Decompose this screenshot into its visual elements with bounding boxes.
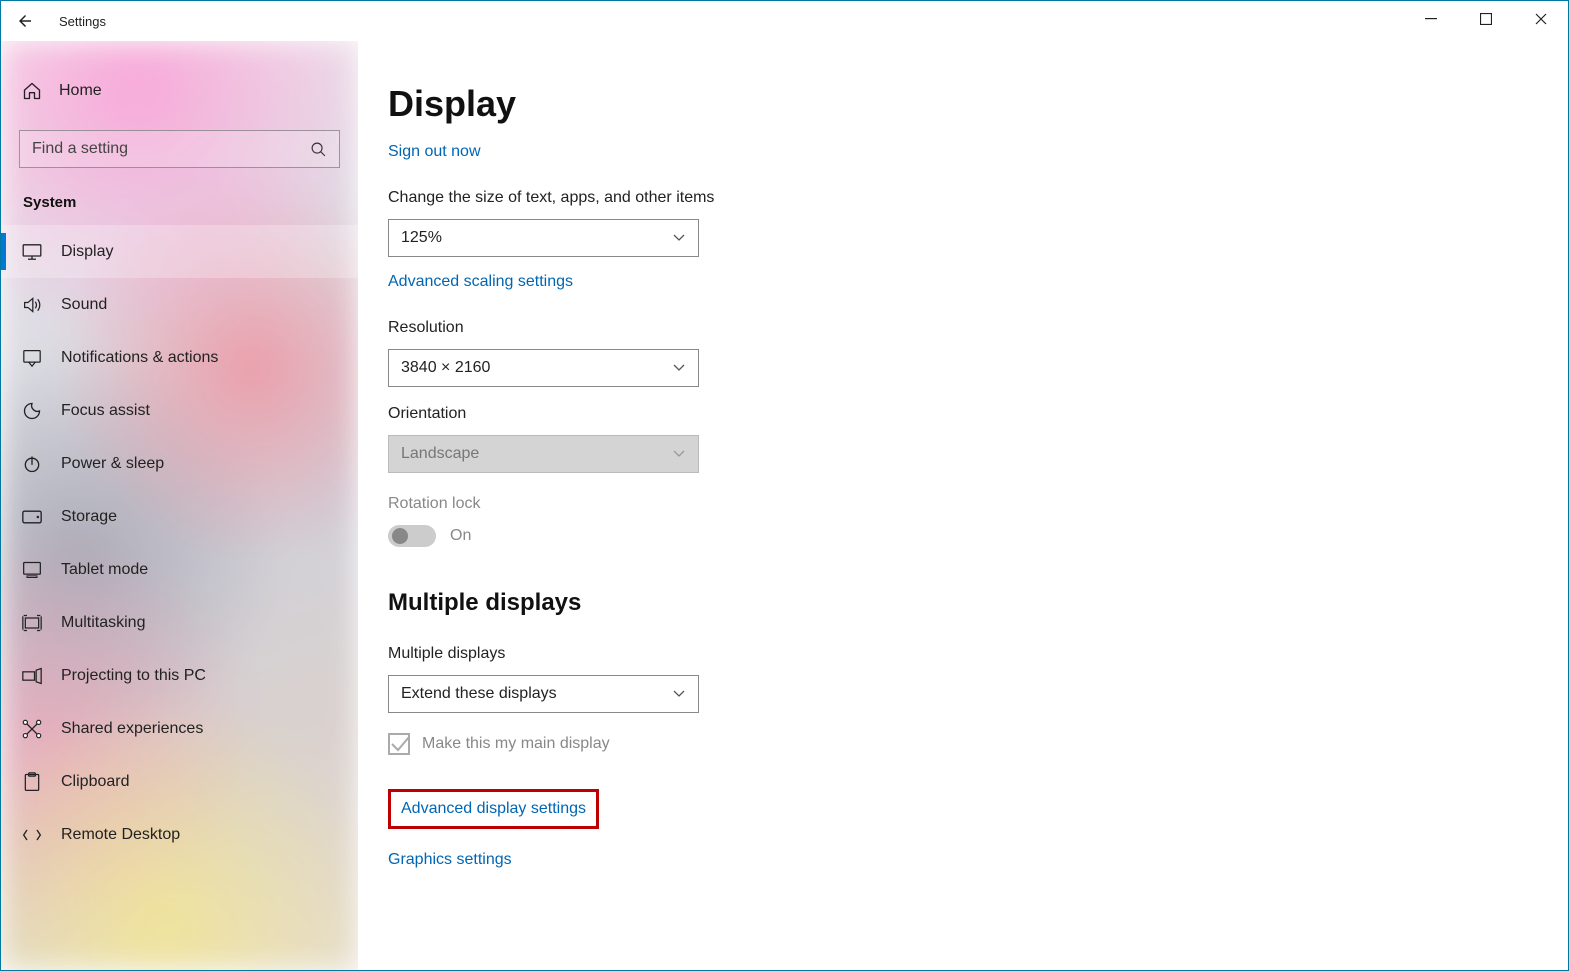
graphics-settings-link[interactable]: Graphics settings	[388, 851, 512, 869]
sidebar-item-notifications[interactable]: Notifications & actions	[1, 331, 358, 384]
multiple-displays-label: Multiple displays	[388, 645, 1538, 663]
sidebar-item-label: Multitasking	[61, 614, 145, 632]
sidebar-item-label: Display	[61, 243, 113, 261]
scale-dropdown[interactable]: 125%	[388, 219, 699, 257]
page-title: Display	[388, 83, 1538, 125]
scale-label: Change the size of text, apps, and other…	[388, 189, 1538, 207]
sidebar-item-storage[interactable]: Storage	[1, 490, 358, 543]
sidebar-item-label: Focus assist	[61, 402, 150, 420]
sidebar-item-display[interactable]: Display	[1, 225, 358, 278]
main-display-checkbox	[388, 733, 410, 755]
focus-assist-icon	[21, 401, 43, 421]
notifications-icon	[21, 349, 43, 367]
search-icon	[310, 141, 327, 158]
remote-desktop-icon	[21, 826, 43, 844]
power-icon	[21, 454, 43, 474]
multitasking-icon	[21, 614, 43, 632]
tablet-icon	[21, 561, 43, 579]
close-icon	[1535, 13, 1547, 25]
sidebar-item-sound[interactable]: Sound	[1, 278, 358, 331]
home-button[interactable]: Home	[1, 66, 358, 116]
home-label: Home	[59, 82, 102, 100]
home-icon	[21, 81, 43, 101]
resolution-value: 3840 × 2160	[401, 359, 490, 377]
minimize-icon	[1425, 13, 1437, 25]
sidebar-item-label: Tablet mode	[61, 561, 148, 579]
scale-value: 125%	[401, 229, 442, 247]
search-input[interactable]	[32, 140, 310, 158]
advanced-display-settings-link[interactable]: Advanced display settings	[401, 800, 586, 818]
back-arrow-icon	[16, 12, 34, 30]
sidebar-item-label: Sound	[61, 296, 107, 314]
sidebar-item-tablet-mode[interactable]: Tablet mode	[1, 543, 358, 596]
sidebar-section-label: System	[1, 186, 358, 225]
minimize-button[interactable]	[1403, 1, 1458, 37]
storage-icon	[21, 510, 43, 524]
main-display-checkbox-row: Make this my main display	[388, 733, 1538, 755]
maximize-icon	[1480, 13, 1492, 25]
orientation-label: Orientation	[388, 405, 1538, 423]
display-icon	[21, 244, 43, 260]
search-input-container[interactable]	[19, 130, 340, 168]
chevron-down-icon	[672, 449, 686, 459]
maximize-button[interactable]	[1458, 1, 1513, 37]
sidebar-item-label: Shared experiences	[61, 720, 203, 738]
main-display-checkbox-label: Make this my main display	[422, 735, 610, 753]
sidebar-item-label: Clipboard	[61, 773, 129, 791]
chevron-down-icon	[672, 689, 686, 699]
rotation-lock-toggle	[388, 525, 436, 547]
shared-icon	[21, 719, 43, 739]
sidebar-item-label: Power & sleep	[61, 455, 164, 473]
titlebar: Settings	[1, 1, 1568, 41]
rotation-lock-label: Rotation lock	[388, 495, 1538, 513]
close-button[interactable]	[1513, 1, 1568, 37]
sidebar-item-multitasking[interactable]: Multitasking	[1, 596, 358, 649]
orientation-value: Landscape	[401, 445, 479, 463]
checkmark-icon	[389, 733, 413, 757]
back-button[interactable]	[1, 1, 49, 41]
sidebar-item-label: Storage	[61, 508, 117, 526]
content-area: Display Sign out now Change the size of …	[358, 41, 1568, 970]
orientation-dropdown: Landscape	[388, 435, 699, 473]
multiple-displays-dropdown[interactable]: Extend these displays	[388, 675, 699, 713]
window-title: Settings	[59, 14, 106, 29]
resolution-label: Resolution	[388, 319, 1538, 337]
advanced-scaling-link[interactable]: Advanced scaling settings	[388, 273, 573, 291]
projecting-icon	[21, 667, 43, 685]
chevron-down-icon	[672, 363, 686, 373]
sidebar-item-projecting[interactable]: Projecting to this PC	[1, 649, 358, 702]
sidebar-item-power-sleep[interactable]: Power & sleep	[1, 437, 358, 490]
sidebar-item-label: Notifications & actions	[61, 349, 218, 367]
sidebar-item-focus-assist[interactable]: Focus assist	[1, 384, 358, 437]
highlight-annotation: Advanced display settings	[388, 789, 599, 829]
multiple-displays-heading: Multiple displays	[388, 589, 1538, 617]
sidebar-item-remote-desktop[interactable]: Remote Desktop	[1, 808, 358, 861]
sidebar-item-shared-experiences[interactable]: Shared experiences	[1, 702, 358, 755]
chevron-down-icon	[672, 233, 686, 243]
sidebar-item-clipboard[interactable]: Clipboard	[1, 755, 358, 808]
sign-out-link[interactable]: Sign out now	[388, 143, 481, 161]
resolution-dropdown[interactable]: 3840 × 2160	[388, 349, 699, 387]
clipboard-icon	[21, 772, 43, 792]
sound-icon	[21, 296, 43, 314]
rotation-lock-state: On	[450, 527, 471, 545]
multiple-displays-value: Extend these displays	[401, 685, 557, 703]
sidebar-item-label: Projecting to this PC	[61, 667, 206, 685]
sidebar: Home System Display Sound Notifications …	[1, 41, 358, 970]
sidebar-item-label: Remote Desktop	[61, 826, 180, 844]
